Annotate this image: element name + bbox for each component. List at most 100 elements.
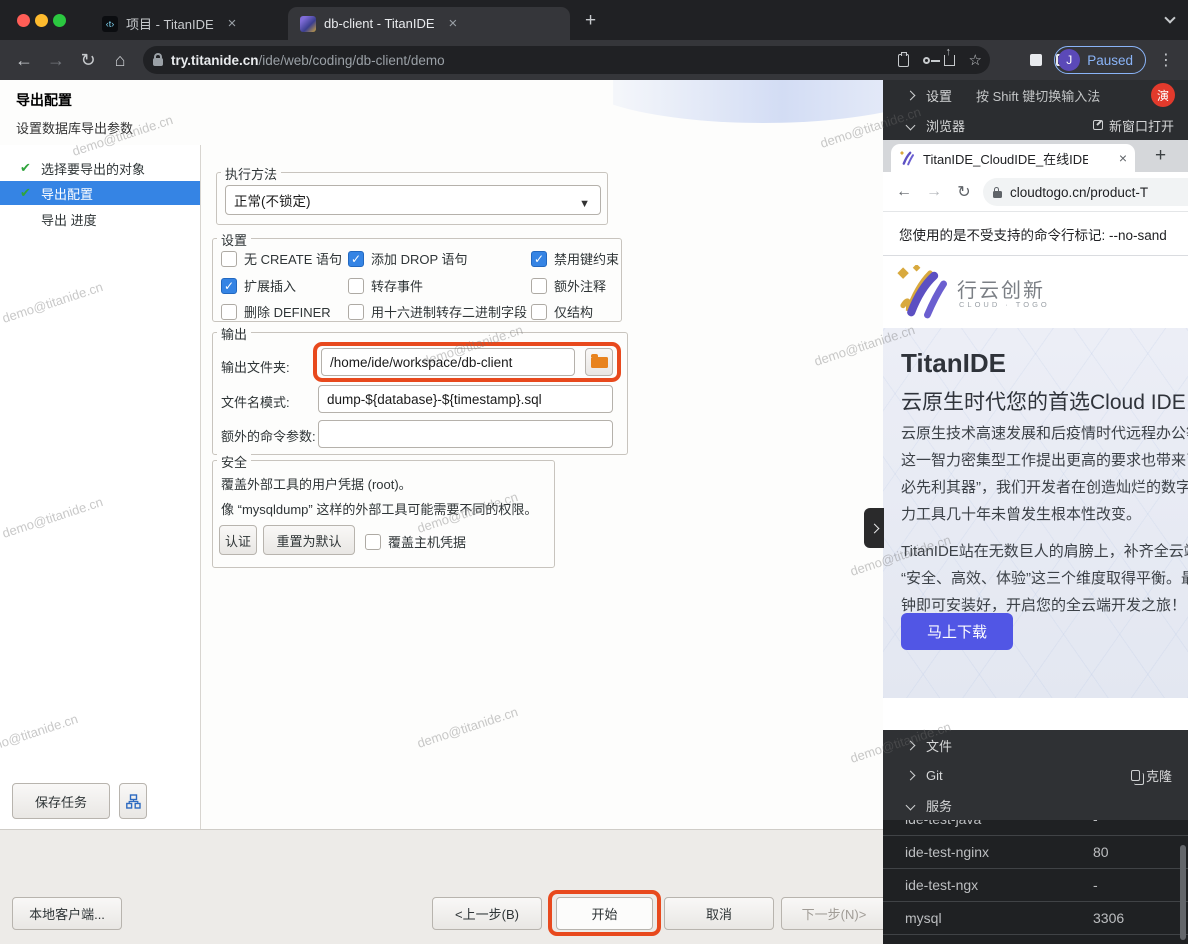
open-new-window-icon [1093,120,1103,130]
close-tab-icon[interactable]: × [449,15,458,32]
extensions-icon[interactable] [1030,54,1042,66]
download-now-button[interactable]: 马上下载 [901,613,1013,650]
checkbox-add-drop[interactable]: 添加 DROP 语句 [348,249,468,268]
new-tab-button[interactable]: + [585,10,596,32]
step-export-config[interactable]: ✔ 导出配置 [0,181,200,205]
lock-icon [993,191,1002,198]
checkbox-extra-comments[interactable]: 额外注释 [531,276,606,295]
dialog-subtitle: 设置数据库导出参数 [16,118,133,137]
close-window-button[interactable] [17,14,30,27]
bookmark-star-icon[interactable]: ☆ [969,51,982,69]
checkbox[interactable] [531,251,547,267]
checkbox[interactable] [221,278,237,294]
service-name: ide-test-nginx [905,844,989,860]
local-client-button[interactable]: 本地客户端... [12,897,122,930]
open-new-window-button[interactable]: 新窗口打开 [1093,116,1174,135]
git-clone-button[interactable]: 克隆 [1131,766,1172,785]
cancel-button[interactable]: 取消 [664,897,774,930]
checkbox-remove-definer[interactable]: 删除 DEFINER [221,302,331,321]
checkbox[interactable] [531,278,547,294]
authenticate-button[interactable]: 认证 [219,525,257,555]
embedded-tab-strip: TitanIDE_CloudIDE_在线IDE_ × + [883,140,1188,172]
reset-default-button[interactable]: 重置为默认 [263,525,355,555]
tab-search-chevron-icon[interactable] [1164,12,1175,23]
dialog-title: 导出配置 [16,90,72,110]
new-tab-button[interactable]: + [1155,145,1166,167]
reload-icon[interactable]: ↻ [72,50,104,71]
section-git[interactable]: Git 克隆 [883,760,1188,790]
embedded-address-bar[interactable]: cloudtogo.cn/product-T [983,178,1188,206]
hero-paragraph-line: 必先利其器”，我们开发者在创造灿烂的数字 [901,476,1188,497]
profile-paused-button[interactable]: J Paused [1054,46,1146,74]
step-select-objects[interactable]: ✔ 选择要导出的对象 [0,156,200,180]
reload-icon[interactable]: ↻ [949,182,979,202]
panel-row-browser[interactable]: 浏览器 新窗口打开 [883,110,1188,140]
checkbox[interactable] [348,251,364,267]
checkbox-disable-keys[interactable]: 禁用键约束 [531,249,619,268]
checkbox-structure-only[interactable]: 仅结构 [531,302,593,321]
extra-args-input[interactable] [318,420,613,448]
forward-icon[interactable]: → [40,50,72,71]
panel-collapse-handle[interactable] [864,508,884,548]
minimize-window-button[interactable] [35,14,48,27]
output-folder-input[interactable]: /home/ide/workspace/db-client [321,348,575,376]
scrollbar-thumb[interactable] [1180,845,1186,940]
start-button[interactable]: 开始 [556,897,653,930]
close-tab-icon[interactable]: × [228,15,237,32]
back-icon[interactable]: ← [8,50,40,71]
password-key-icon[interactable] [923,57,930,64]
section-files[interactable]: 文件 [883,730,1188,760]
checkbox[interactable] [221,251,237,267]
clipboard-icon[interactable] [898,54,909,67]
section-services[interactable]: 服务 [883,790,1188,820]
close-tab-icon[interactable]: × [1119,150,1127,166]
button-label: 保存任务 [35,792,87,811]
forward-icon[interactable]: → [919,183,949,201]
tab-project[interactable]: ‹t› 项目 - TitanIDE × [90,7,285,40]
maximize-window-button[interactable] [53,14,66,27]
button-label: 下一步(N)> [802,904,867,923]
file-pattern-input[interactable]: dump-${database}-${timestamp}.sql [318,385,613,413]
checkbox-no-create[interactable]: 无 CREATE 语句 [221,249,342,268]
checkbox-dump-events[interactable]: 转存事件 [348,276,423,295]
checkbox-override-host-credentials[interactable]: 覆盖主机凭据 [365,532,466,551]
service-row[interactable]: mysql 3306 [883,902,1188,935]
checkbox[interactable] [531,304,547,320]
checkbox[interactable] [348,304,364,320]
warning-text: 您使用的是不受支持的命令行标记: --no-sand [899,224,1167,244]
checkbox-hex-binary[interactable]: 用十六进制转存二进制字段 [348,302,527,321]
step-export-progress[interactable]: ✔ 导出 进度 [0,207,200,231]
open-new-window-label: 新窗口打开 [1109,116,1174,135]
hero-section: TitanIDE 云原生时代您的首选Cloud IDE 云原生技术高速发展和后疫… [883,328,1188,698]
back-icon[interactable]: ← [889,183,919,201]
demo-badge[interactable]: 演 [1151,83,1175,107]
share-icon[interactable] [944,55,955,66]
embedded-toolbar: ← → ↻ cloudtogo.cn/product-T [883,172,1188,212]
service-name: ide-test-ngx [905,877,978,893]
address-bar[interactable]: try.titanide.cn /ide/web/coding/db-clien… [143,46,990,74]
service-row[interactable]: ide-test-ngx - [883,869,1188,902]
checkbox-extended-insert[interactable]: 扩展插入 [221,276,296,295]
checkbox[interactable] [348,278,364,294]
service-port: - [1093,877,1098,893]
embedded-tab[interactable]: TitanIDE_CloudIDE_在线IDE_ × [891,144,1135,172]
hero-subtitle: 云原生时代您的首选Cloud IDE [901,386,1186,416]
hero-paragraph-line: 钟即可安装好，开启您的全云端开发之旅！ [901,594,1188,615]
task-list-button[interactable] [119,783,147,819]
panel-row-settings[interactable]: 设置 按 Shift 键切换输入法 演 [883,80,1188,110]
checkbox[interactable] [365,534,381,550]
checkbox-label: 添加 DROP 语句 [371,249,468,268]
checkbox-label: 删除 DEFINER [244,302,331,321]
lock-icon [153,58,163,66]
tab-title: 项目 - TitanIDE [126,14,214,33]
exec-method-select[interactable]: 正常(不锁定) ▼ [225,185,601,215]
home-icon[interactable]: ⌂ [104,50,136,71]
service-row[interactable]: ide-test-nginx 80 [883,836,1188,869]
browse-folder-button[interactable] [585,348,613,376]
next-button[interactable]: 下一步(N)> [781,897,887,930]
menu-kebab-icon[interactable]: ⋮ [1158,50,1174,70]
back-button[interactable]: <上一步(B) [432,897,542,930]
tab-db-client[interactable]: db-client - TitanIDE × [288,7,570,40]
save-task-button[interactable]: 保存任务 [12,783,110,819]
checkbox[interactable] [221,304,237,320]
